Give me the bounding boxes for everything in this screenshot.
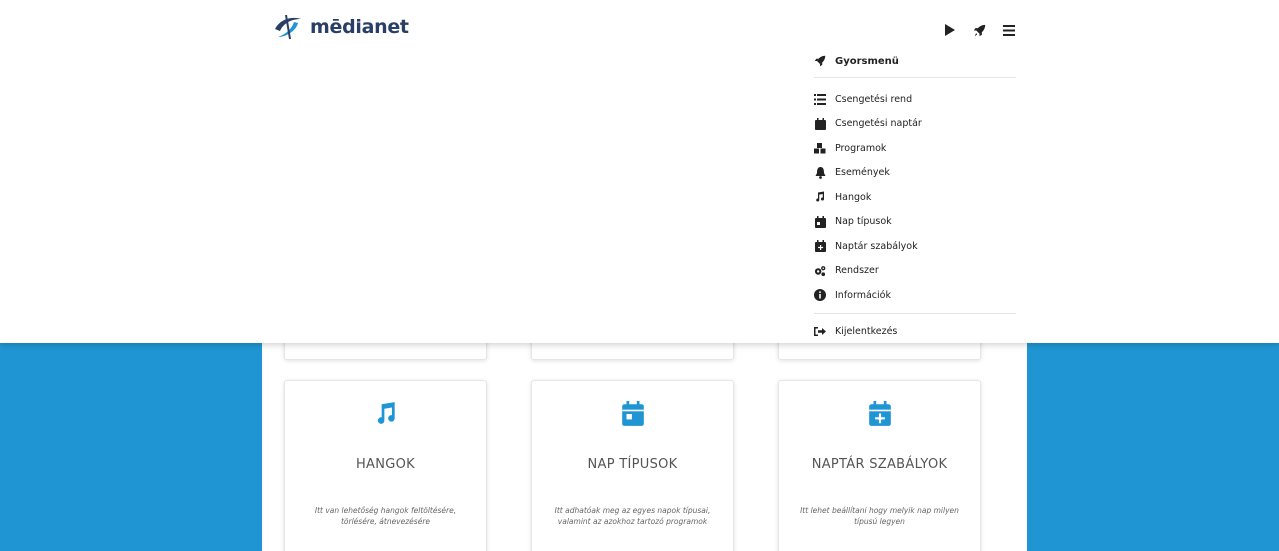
rocket-icon bbox=[973, 24, 985, 36]
menu-icon bbox=[1003, 24, 1015, 36]
menu-item-label: Rendszer bbox=[835, 265, 879, 277]
menu-item-label: Csengetési rend bbox=[835, 93, 913, 105]
calendar-icon bbox=[814, 117, 826, 130]
card-title: NAPTÁR SZABÁLYOK bbox=[811, 457, 948, 472]
menu-item-nap-tipusok[interactable]: Nap típusok bbox=[814, 210, 1016, 235]
menu-item-label: Nap típusok bbox=[835, 216, 892, 228]
menu-item-csengetesi-rend[interactable]: Csengetési rend bbox=[814, 87, 1016, 112]
bell-icon bbox=[814, 166, 826, 179]
play-icon bbox=[944, 24, 955, 36]
logo-mark-icon bbox=[275, 14, 301, 40]
cogs-icon bbox=[814, 265, 826, 277]
calendar-plus-icon bbox=[814, 240, 826, 253]
play-button[interactable] bbox=[934, 18, 964, 42]
cubes-icon bbox=[814, 142, 826, 154]
main-menu-button[interactable] bbox=[994, 18, 1024, 42]
menu-item-rendszer[interactable]: Rendszer bbox=[814, 259, 1016, 284]
menu-item-label: Információk bbox=[835, 289, 891, 301]
card-hangok[interactable]: HANGOK Itt van lehetőség hangok feltölté… bbox=[284, 380, 487, 551]
header: mēdianet Gyorsmenü Csengetési rend Cseng… bbox=[0, 0, 1279, 343]
menu-item-label: Csengetési naptár bbox=[835, 118, 922, 130]
menu-item-label: Naptár szabályok bbox=[835, 240, 918, 252]
menu-item-naptar-szabalyok[interactable]: Naptár szabályok bbox=[814, 234, 1016, 259]
menu-item-label: Események bbox=[835, 167, 890, 179]
music-icon bbox=[814, 191, 826, 203]
card-title: HANGOK bbox=[355, 457, 416, 472]
info-icon bbox=[814, 289, 826, 302]
divider bbox=[814, 312, 1016, 314]
calendar-day-icon bbox=[532, 401, 733, 427]
menu-item-hangok[interactable]: Hangok bbox=[814, 185, 1016, 210]
menu-item-informaciok[interactable]: Információk bbox=[814, 283, 1016, 308]
quickmenu-dropdown: Gyorsmenü Csengetési rend Csengetési nap… bbox=[814, 50, 1016, 344]
music-icon bbox=[285, 401, 486, 427]
card-title: NAP TÍPUSOK bbox=[587, 457, 678, 472]
menu-item-esemenyek[interactable]: Események bbox=[814, 161, 1016, 186]
divider bbox=[814, 77, 1016, 78]
calendar-day-icon bbox=[814, 215, 826, 228]
brand-name: mēdianet bbox=[310, 16, 409, 38]
card-description: Itt lehet beállítani hogy melyik nap mil… bbox=[800, 506, 959, 526]
sign-out-icon bbox=[814, 326, 826, 338]
menu-item-csengetesi-naptar[interactable]: Csengetési naptár bbox=[814, 112, 1016, 137]
card-nap-tipusok[interactable]: NAP TÍPUSOK Itt adhatóak meg az egyes na… bbox=[531, 380, 734, 551]
logout-label: Kijelentkezés bbox=[835, 326, 898, 338]
logout-button[interactable]: Kijelentkezés bbox=[814, 320, 1016, 345]
quickmenu-button[interactable] bbox=[964, 18, 994, 42]
quickmenu-title: Gyorsmenü bbox=[835, 55, 899, 67]
rocket-icon bbox=[814, 55, 826, 67]
card-description: Itt adhatóak meg az egyes napok típusai,… bbox=[554, 506, 711, 526]
menu-item-programok[interactable]: Programok bbox=[814, 136, 1016, 161]
card-naptar-szabalyok[interactable]: NAPTÁR SZABÁLYOK Itt lehet beállítani ho… bbox=[778, 380, 981, 551]
quickmenu-header: Gyorsmenü bbox=[814, 50, 1016, 72]
header-toolbar bbox=[934, 18, 1024, 42]
brand-logo[interactable]: mēdianet bbox=[272, 12, 409, 42]
calendar-plus-icon bbox=[779, 401, 980, 427]
card-description: Itt van lehetőség hangok feltöltésére, t… bbox=[314, 506, 457, 526]
list-icon bbox=[814, 93, 826, 105]
menu-item-label: Hangok bbox=[835, 191, 872, 203]
menu-item-label: Programok bbox=[835, 142, 887, 154]
